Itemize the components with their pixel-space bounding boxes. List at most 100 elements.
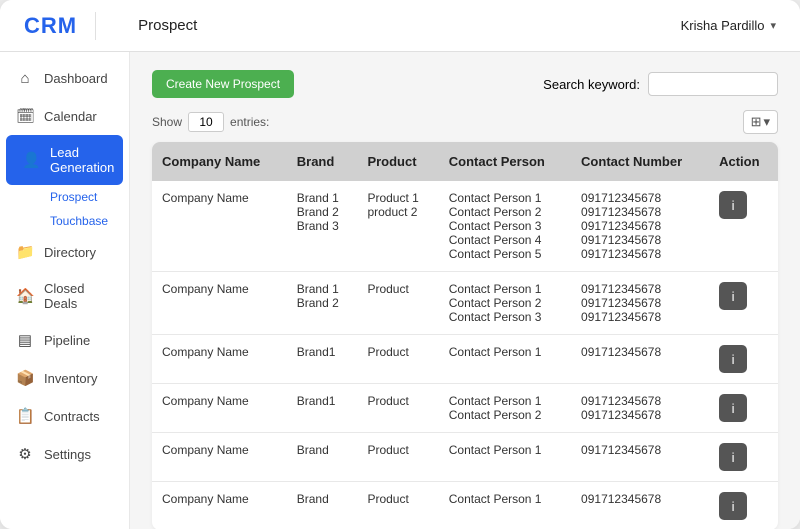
search-input[interactable] [648, 72, 778, 96]
sidebar-item-dashboard[interactable]: ⌂ Dashboard [0, 60, 129, 97]
sidebar-subitem-prospect[interactable]: Prospect [34, 185, 129, 209]
cell-brand: Brand [287, 433, 358, 482]
table-row: Company NameBrand1ProductContact Person … [152, 384, 778, 433]
sidebar-subitem-touchbase[interactable]: Touchbase [34, 209, 129, 233]
top-bar: CRM Prospect Krisha Pardillo ▾ [0, 0, 800, 52]
show-label: Show [152, 115, 182, 129]
cell-company-name: Company Name [152, 482, 287, 529]
sidebar-label-contracts: Contracts [44, 409, 100, 424]
cell-contact-number: 091712345678 091712345678 [571, 384, 709, 433]
app-container: CRM Prospect Krisha Pardillo ▾ ⌂ Dashboa… [0, 0, 800, 529]
cell-contact-number: 091712345678 [571, 335, 709, 384]
cell-action: i [709, 272, 778, 335]
column-toggle-chevron: ▾ [763, 114, 770, 130]
cell-contact-person: Contact Person 1 Contact Person 2 [439, 384, 571, 433]
cell-contact-person: Contact Person 1 [439, 482, 571, 529]
sidebar-item-closed-deals[interactable]: 🏠 Closed Deals [0, 271, 129, 321]
sidebar-item-inventory[interactable]: 📦 Inventory [0, 359, 129, 397]
col-contact-number: Contact Number [571, 142, 709, 181]
table-row: Company NameBrand 1 Brand 2ProductContac… [152, 272, 778, 335]
cell-product: Product [357, 482, 438, 529]
sidebar-item-contracts[interactable]: 📋 Contracts [0, 397, 129, 435]
cell-product: Product [357, 272, 438, 335]
cell-company-name: Company Name [152, 272, 287, 335]
cell-brand: Brand [287, 482, 358, 529]
content-header: Create New Prospect Search keyword: [152, 70, 778, 98]
col-brand: Brand [287, 142, 358, 181]
dashboard-icon: ⌂ [16, 70, 34, 87]
sidebar-label-dashboard: Dashboard [44, 71, 108, 86]
cell-product: Product 1 product 2 [357, 181, 438, 272]
cell-contact-number: 091712345678 091712345678 091712345678 0… [571, 181, 709, 272]
cell-brand: Brand 1 Brand 2 [287, 272, 358, 335]
search-label: Search keyword: [543, 77, 640, 92]
sidebar-label-calendar: Calendar [44, 109, 97, 124]
cell-contact-person: Contact Person 1 Contact Person 2 Contac… [439, 181, 571, 272]
cell-action: i [709, 181, 778, 272]
directory-icon: 📁 [16, 243, 34, 261]
table-row: Company NameBrandProductContact Person 1… [152, 482, 778, 529]
sidebar-label-closed-deals: Closed Deals [44, 281, 113, 311]
sidebar-item-pipeline[interactable]: ▤ Pipeline [0, 321, 129, 359]
sidebar-item-lead-generation[interactable]: 👤 Lead Generation [6, 135, 123, 185]
sidebar-label-settings: Settings [44, 447, 91, 462]
cell-product: Product [357, 384, 438, 433]
entries-input[interactable] [188, 112, 224, 132]
cell-contact-number: 091712345678 [571, 482, 709, 529]
column-toggle-button[interactable]: ⊞ ▾ [743, 110, 778, 134]
sidebar-item-directory[interactable]: 📁 Directory [0, 233, 129, 271]
user-menu[interactable]: Krisha Pardillo ▾ [681, 18, 776, 33]
cell-brand: Brand1 [287, 335, 358, 384]
create-prospect-button[interactable]: Create New Prospect [152, 70, 294, 98]
pipeline-icon: ▤ [16, 331, 34, 349]
entries-label: entries: [230, 115, 269, 129]
column-toggle-icon: ⊞ [751, 114, 762, 130]
closed-deals-icon: 🏠 [16, 287, 34, 305]
col-contact-person: Contact Person [439, 142, 571, 181]
lead-generation-icon: 👤 [22, 151, 40, 169]
info-button[interactable]: i [719, 443, 747, 471]
cell-brand: Brand1 [287, 384, 358, 433]
info-button[interactable]: i [719, 191, 747, 219]
cell-product: Product [357, 335, 438, 384]
info-button[interactable]: i [719, 345, 747, 373]
cell-contact-number: 091712345678 091712345678 091712345678 [571, 272, 709, 335]
cell-company-name: Company Name [152, 335, 287, 384]
cell-product: Product [357, 433, 438, 482]
cell-contact-number: 091712345678 [571, 433, 709, 482]
content-area: Create New Prospect Search keyword: Show… [130, 52, 800, 529]
cell-contact-person: Contact Person 1 [439, 433, 571, 482]
sidebar-label-pipeline: Pipeline [44, 333, 90, 348]
col-action: Action [709, 142, 778, 181]
info-button[interactable]: i [719, 394, 747, 422]
cell-brand: Brand 1 Brand 2 Brand 3 [287, 181, 358, 272]
sidebar-label-inventory: Inventory [44, 371, 97, 386]
cell-company-name: Company Name [152, 433, 287, 482]
contracts-icon: 📋 [16, 407, 34, 425]
calendar-icon: 🗓 [16, 107, 34, 125]
sidebar: ⌂ Dashboard 🗓 Calendar 👤 Lead Generation… [0, 52, 130, 529]
info-button[interactable]: i [719, 492, 747, 520]
prospect-table: Company Name Brand Product Contact Perso… [152, 142, 778, 529]
info-button[interactable]: i [719, 282, 747, 310]
sidebar-label-lead-generation: Lead Generation [50, 145, 114, 175]
table-row: Company NameBrandProductContact Person 1… [152, 433, 778, 482]
page-title: Prospect [138, 17, 197, 34]
inventory-icon: 📦 [16, 369, 34, 387]
user-chevron-icon: ▾ [770, 19, 776, 32]
cell-action: i [709, 384, 778, 433]
table-header-row: Company Name Brand Product Contact Perso… [152, 142, 778, 181]
cell-contact-person: Contact Person 1 Contact Person 2 Contac… [439, 272, 571, 335]
main-layout: ⌂ Dashboard 🗓 Calendar 👤 Lead Generation… [0, 52, 800, 529]
search-bar: Search keyword: [543, 72, 778, 96]
cell-company-name: Company Name [152, 181, 287, 272]
settings-icon: ⚙ [16, 445, 34, 463]
sidebar-item-calendar[interactable]: 🗓 Calendar [0, 97, 129, 135]
cell-contact-person: Contact Person 1 [439, 335, 571, 384]
user-name: Krisha Pardillo [681, 18, 765, 33]
entries-row: Show entries: ⊞ ▾ [152, 110, 778, 134]
cell-action: i [709, 433, 778, 482]
col-product: Product [357, 142, 438, 181]
cell-action: i [709, 482, 778, 529]
sidebar-item-settings[interactable]: ⚙ Settings [0, 435, 129, 473]
